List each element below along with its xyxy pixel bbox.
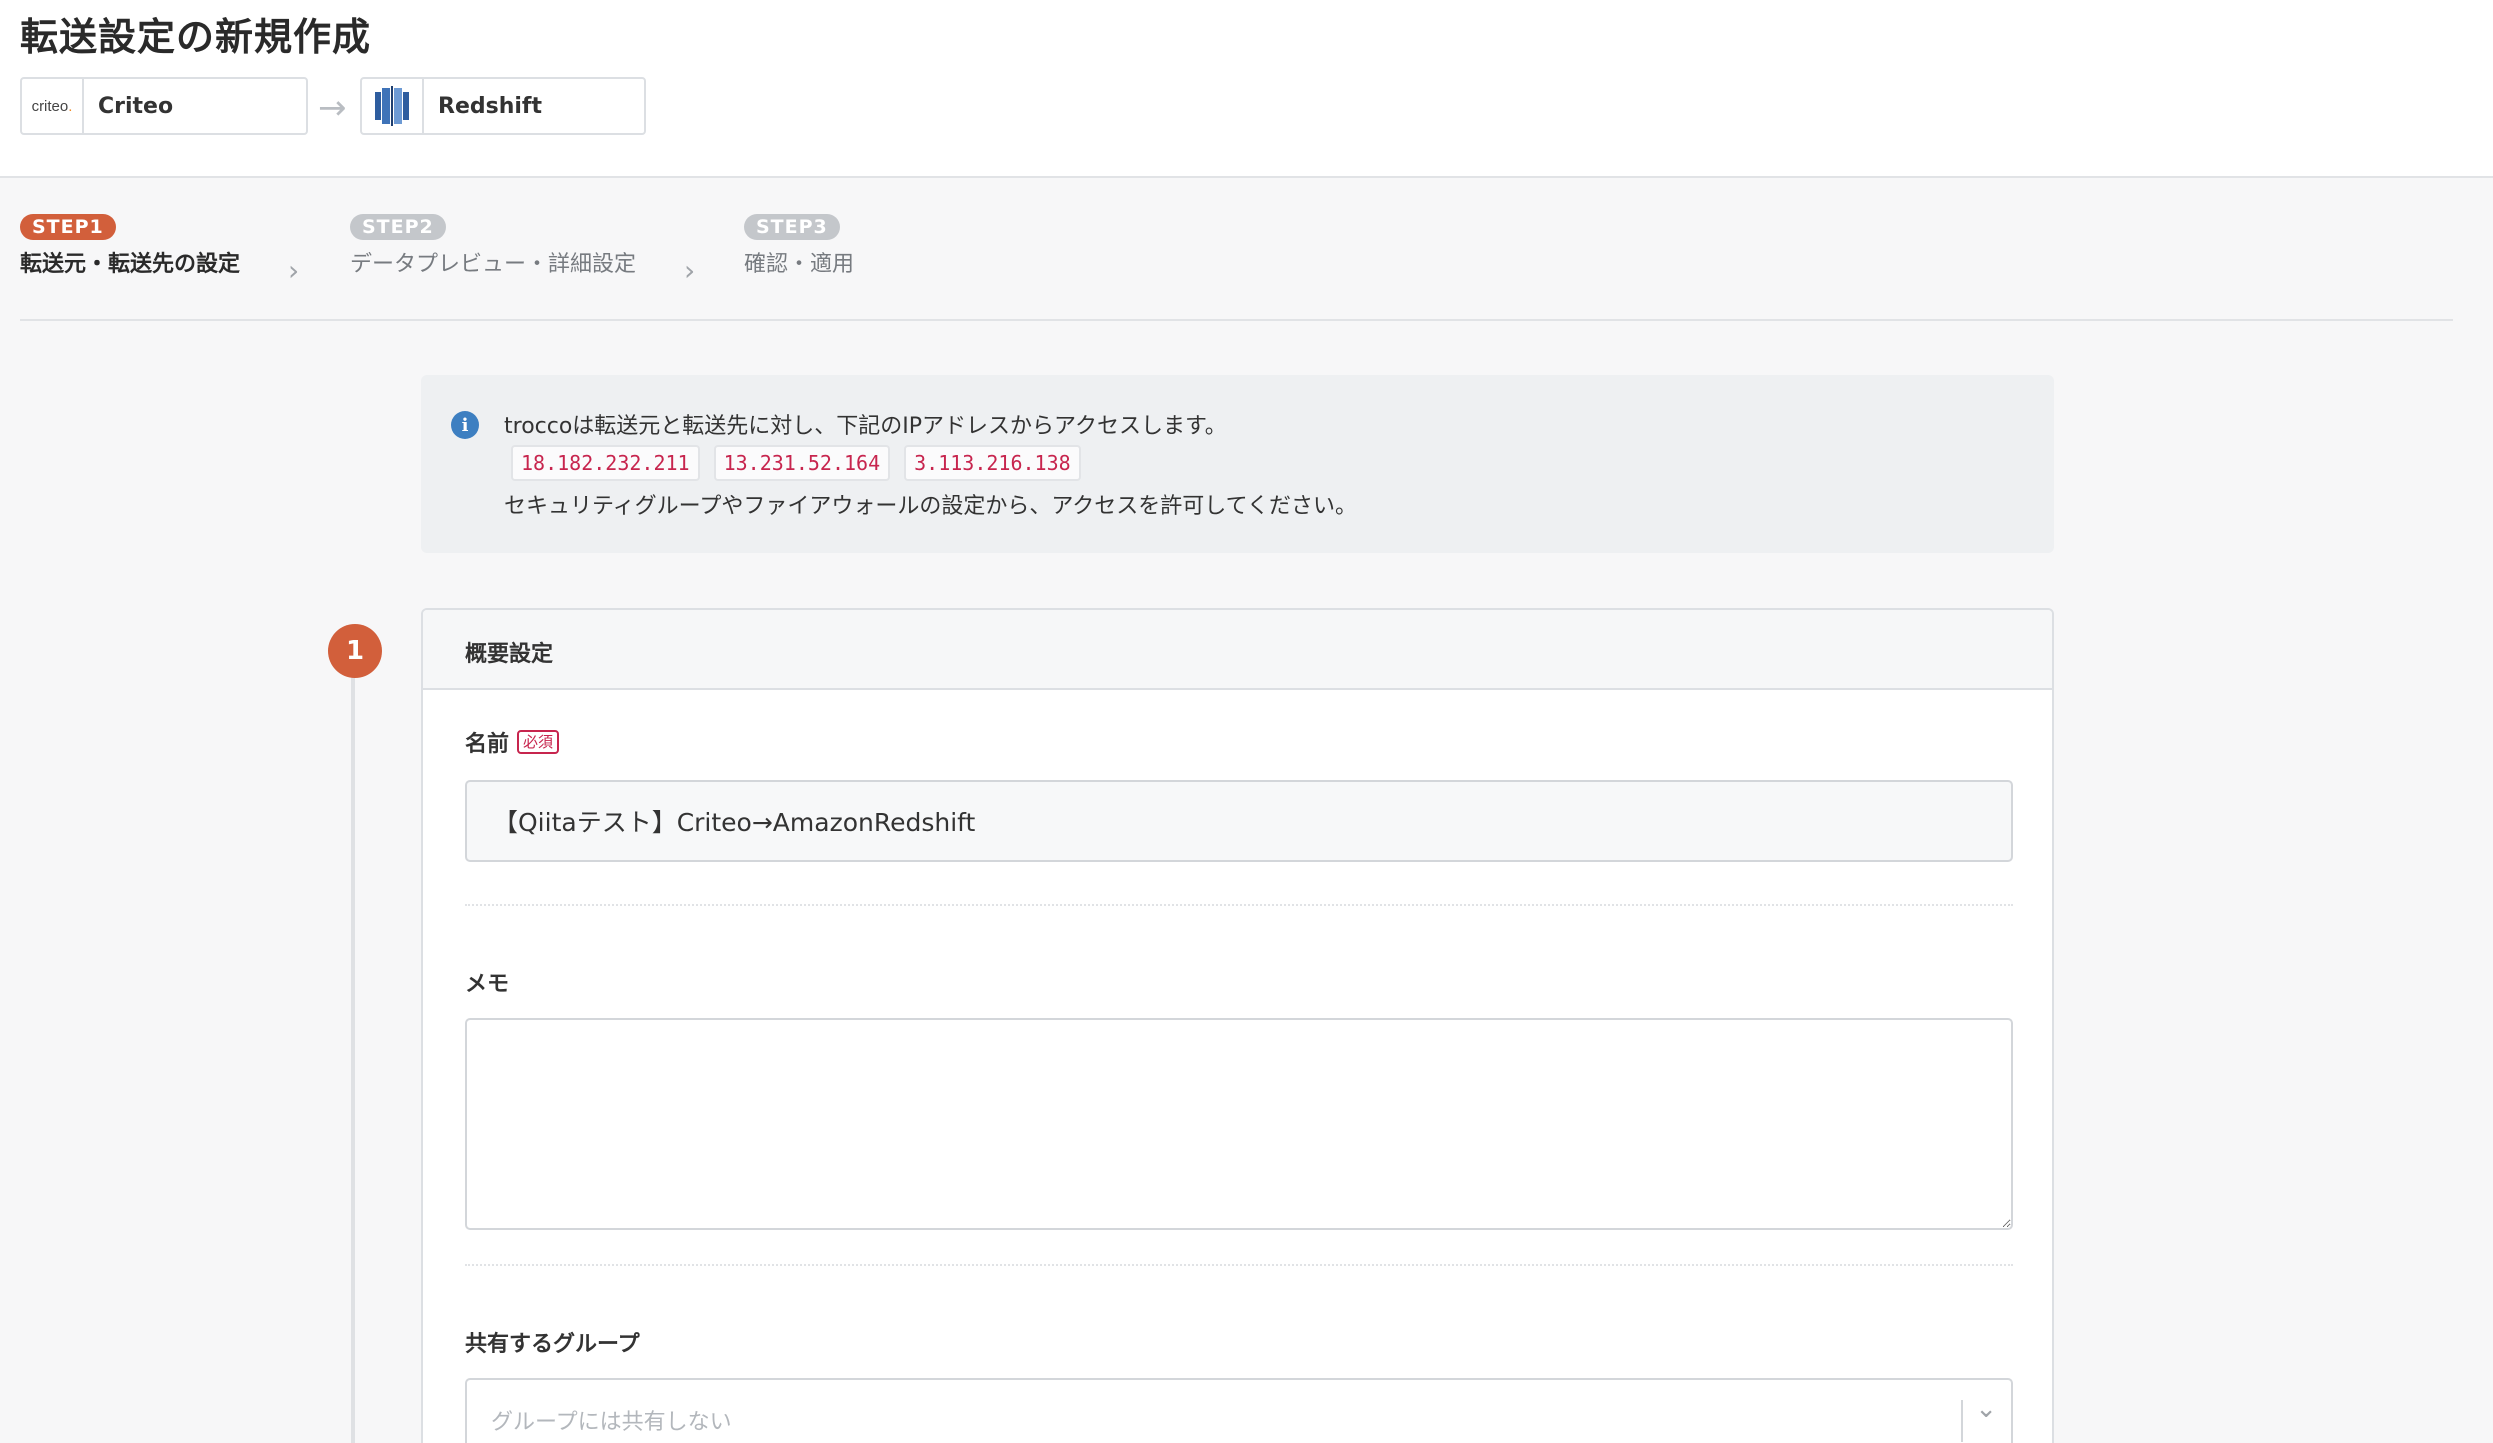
chevron-right-icon: › — [684, 254, 696, 287]
ip-info-box: i troccoは転送元と転送先に対し、下記のIPアドレスからアクセスします。 … — [421, 375, 2054, 553]
ip-address: 3.113.216.138 — [904, 445, 1081, 481]
criteo-logo-icon: criteo. — [22, 79, 84, 133]
name-input[interactable] — [465, 780, 2013, 862]
steps-divider — [20, 319, 2453, 321]
arrow-right-icon: → — [318, 88, 347, 128]
source-name: Criteo — [98, 93, 174, 119]
ip-address: 13.231.52.164 — [713, 445, 891, 481]
memo-textarea[interactable] — [465, 1018, 2013, 1230]
source-connector: criteo. Criteo — [20, 77, 308, 135]
name-label-text: 名前 — [465, 732, 510, 757]
criteo-logo-accent: . — [68, 97, 73, 115]
card-title: 概要設定 — [465, 642, 554, 667]
step-1-badge: STEP1 — [20, 214, 116, 240]
destination-connector: Redshift — [360, 77, 646, 135]
step-2-badge: STEP2 — [350, 214, 446, 240]
step-3-badge: STEP3 — [744, 214, 840, 240]
select-separator — [1961, 1400, 1963, 1442]
info-icon: i — [451, 411, 479, 439]
timeline-line — [351, 659, 355, 1443]
group-label-text: 共有するグループ — [465, 1332, 640, 1357]
memo-field-label: メモ — [465, 966, 509, 998]
field-divider — [465, 1264, 2013, 1266]
step-1[interactable]: STEP1 転送元・転送先の設定 — [20, 214, 240, 278]
section-number-badge: 1 — [328, 624, 382, 678]
memo-label-text: メモ — [465, 972, 510, 997]
chevron-down-icon[interactable]: ⌄ — [1975, 1394, 1997, 1424]
step-2[interactable]: STEP2 データプレビュー・詳細設定 — [350, 214, 636, 278]
step-3[interactable]: STEP3 確認・適用 — [744, 214, 854, 278]
step-indicator: STEP1 転送元・転送先の設定 › STEP2 データプレビュー・詳細設定 ›… — [0, 178, 2493, 321]
chevron-right-icon: › — [288, 254, 300, 287]
step-3-label: 確認・適用 — [744, 252, 855, 277]
group-field-label: 共有するグループ — [465, 1326, 640, 1358]
destination-name: Redshift — [438, 93, 542, 119]
info-text-line1: troccoは転送元と転送先に対し、下記のIPアドレスからアクセスします。 — [504, 414, 1227, 439]
main-content: STEP1 転送元・転送先の設定 › STEP2 データプレビュー・詳細設定 ›… — [0, 178, 2493, 1443]
step-1-label: 転送元・転送先の設定 — [20, 252, 241, 277]
criteo-logo-text: criteo — [31, 97, 69, 115]
page-title: 転送設定の新規作成 — [20, 15, 372, 59]
info-text-line3: セキュリティグループやファイアウォールの設定から、アクセスを許可してください。 — [504, 494, 1357, 519]
page-header: 転送設定の新規作成 criteo. Criteo → Redshift — [0, 0, 2493, 178]
field-divider — [465, 904, 2013, 906]
share-group-select[interactable]: グループには共有しない ⌄ — [465, 1378, 2013, 1443]
redshift-logo-icon — [362, 79, 424, 133]
card-header: 概要設定 — [423, 610, 2052, 690]
name-field-label: 名前 必須 — [465, 726, 560, 758]
ip-address: 18.182.232.211 — [511, 445, 700, 481]
step-2-label: データプレビュー・詳細設定 — [350, 252, 637, 277]
overview-settings-card: 概要設定 名前 必須 メモ 共有するグループ グループには共有しない ⌄ — [421, 608, 2054, 1443]
required-badge: 必須 — [517, 730, 560, 754]
ip-address-list: 18.182.232.211 13.231.52.164 3.113.216.1… — [511, 445, 1081, 481]
select-placeholder: グループには共有しない — [491, 1410, 732, 1435]
